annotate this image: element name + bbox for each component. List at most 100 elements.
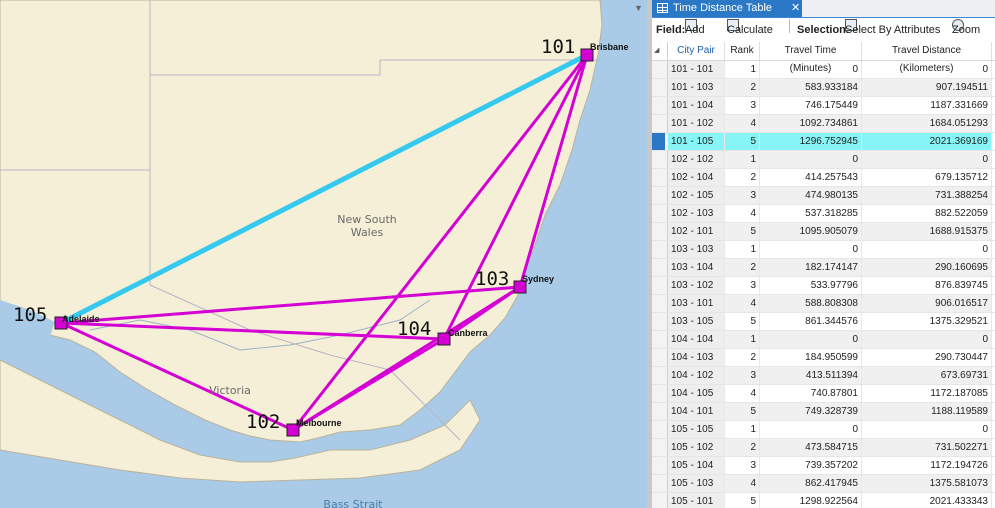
cell-rank[interactable]: 1 <box>725 331 760 348</box>
cell-city-pair[interactable]: 103 - 103 <box>668 241 725 258</box>
cell-travel-distance[interactable]: 906.016517 <box>862 295 992 312</box>
cell-travel-distance[interactable]: 0 <box>862 421 992 438</box>
table-row[interactable]: 104 - 102 3 413.511394 673.69731 <box>652 367 995 385</box>
cell-city-pair[interactable]: 105 - 103 <box>668 475 725 492</box>
cell-travel-time[interactable]: 414.257543 <box>760 169 862 186</box>
tab-time-distance-table[interactable]: Time Distance Table ✕ <box>652 0 802 17</box>
map-view[interactable]: New South Wales Victoria Bass Strait 101… <box>0 0 647 508</box>
cell-rank[interactable]: 2 <box>725 259 760 276</box>
cell-travel-time[interactable]: 473.584715 <box>760 439 862 456</box>
cell-rank[interactable]: 3 <box>725 367 760 384</box>
table-row[interactable]: 101 - 103 2 583.933184 907.194511 <box>652 79 995 97</box>
row-selector[interactable] <box>652 115 668 132</box>
row-selector[interactable] <box>652 61 668 78</box>
cell-travel-time[interactable]: 583.933184 <box>760 79 862 96</box>
cell-rank[interactable]: 3 <box>725 457 760 474</box>
cell-travel-time[interactable]: 746.175449 <box>760 97 862 114</box>
cell-rank[interactable]: 4 <box>725 115 760 132</box>
cell-city-pair[interactable]: 105 - 101 <box>668 493 725 508</box>
cell-travel-distance[interactable]: 290.730447 <box>862 349 992 366</box>
cell-city-pair[interactable]: 104 - 104 <box>668 331 725 348</box>
row-selector[interactable] <box>652 241 668 258</box>
cell-travel-time[interactable]: 749.328739 <box>760 403 862 420</box>
table-row[interactable]: 104 - 104 1 0 0 <box>652 331 995 349</box>
table-row[interactable]: 102 - 105 3 474.980135 731.388254 <box>652 187 995 205</box>
table-row[interactable]: 103 - 104 2 182.174147 290.160695 <box>652 259 995 277</box>
cell-city-pair[interactable]: 101 - 102 <box>668 115 725 132</box>
cell-travel-distance[interactable]: 0 <box>862 331 992 348</box>
table-row[interactable]: 101 - 105 5 1296.752945 2021.369169 <box>652 133 995 151</box>
cell-rank[interactable]: 5 <box>725 133 760 150</box>
cell-rank[interactable]: 4 <box>725 295 760 312</box>
cell-city-pair[interactable]: 102 - 102 <box>668 151 725 168</box>
cell-rank[interactable]: 3 <box>725 97 760 114</box>
cell-travel-distance[interactable]: 1172.187085 <box>862 385 992 402</box>
select-all-corner[interactable]: ◢ <box>652 42 668 60</box>
cell-travel-time[interactable]: 413.511394 <box>760 367 862 384</box>
cell-travel-time[interactable]: 1092.734861 <box>760 115 862 132</box>
row-selector[interactable] <box>652 133 668 150</box>
table-row[interactable]: 103 - 102 3 533.97796 876.839745 <box>652 277 995 295</box>
cell-travel-time[interactable]: 0 <box>760 241 862 258</box>
cell-rank[interactable]: 3 <box>725 277 760 294</box>
cell-travel-distance[interactable]: 0 <box>862 241 992 258</box>
row-selector[interactable] <box>652 475 668 492</box>
cell-rank[interactable]: 5 <box>725 403 760 420</box>
table-row[interactable]: 103 - 101 4 588.808308 906.016517 <box>652 295 995 313</box>
row-selector[interactable] <box>652 385 668 402</box>
row-selector[interactable] <box>652 313 668 330</box>
cell-city-pair[interactable]: 104 - 103 <box>668 349 725 366</box>
cell-rank[interactable]: 1 <box>725 421 760 438</box>
cell-city-pair[interactable]: 103 - 104 <box>668 259 725 276</box>
cell-city-pair[interactable]: 104 - 102 <box>668 367 725 384</box>
cell-city-pair[interactable]: 101 - 104 <box>668 97 725 114</box>
column-header-city-pair[interactable]: City Pair <box>668 42 725 60</box>
cell-rank[interactable]: 2 <box>725 169 760 186</box>
cell-travel-distance[interactable]: 1188.119589 <box>862 403 992 420</box>
cell-travel-distance[interactable]: 1688.915375 <box>862 223 992 240</box>
cell-rank[interactable]: 1 <box>725 61 760 78</box>
cell-travel-distance[interactable]: 731.388254 <box>862 187 992 204</box>
cell-travel-time[interactable]: 0 <box>760 151 862 168</box>
cell-travel-time[interactable]: 740.87801 <box>760 385 862 402</box>
cell-travel-time[interactable]: 1296.752945 <box>760 133 862 150</box>
map-menu-chevron-icon[interactable]: ▼ <box>634 3 643 13</box>
table-row[interactable]: 103 - 105 5 861.344576 1375.329521 <box>652 313 995 331</box>
cell-travel-time[interactable]: 537.318285 <box>760 205 862 222</box>
map-canvas[interactable] <box>0 0 647 508</box>
row-selector[interactable] <box>652 151 668 168</box>
cell-travel-distance[interactable]: 1172.194726 <box>862 457 992 474</box>
table-row[interactable]: 102 - 104 2 414.257543 679.135712 <box>652 169 995 187</box>
cell-rank[interactable]: 2 <box>725 79 760 96</box>
table-row[interactable]: 102 - 103 4 537.318285 882.522059 <box>652 205 995 223</box>
cell-city-pair[interactable]: 104 - 101 <box>668 403 725 420</box>
cell-city-pair[interactable]: 105 - 105 <box>668 421 725 438</box>
row-selector[interactable] <box>652 331 668 348</box>
cell-city-pair[interactable]: 103 - 101 <box>668 295 725 312</box>
table-row[interactable]: 105 - 105 1 0 0 <box>652 421 995 439</box>
table-row[interactable]: 104 - 105 4 740.87801 1172.187085 <box>652 385 995 403</box>
cell-travel-time[interactable]: 0 <box>760 61 862 78</box>
table-row[interactable]: 104 - 101 5 749.328739 1188.119589 <box>652 403 995 421</box>
cell-city-pair[interactable]: 102 - 101 <box>668 223 725 240</box>
column-header-travel-time[interactable]: Travel Time (Minutes) <box>760 42 862 74</box>
row-selector[interactable] <box>652 259 668 276</box>
cell-travel-time[interactable]: 861.344576 <box>760 313 862 330</box>
cell-travel-time[interactable]: 1095.905079 <box>760 223 862 240</box>
cell-rank[interactable]: 4 <box>725 205 760 222</box>
cell-travel-distance[interactable]: 679.135712 <box>862 169 992 186</box>
cell-rank[interactable]: 1 <box>725 241 760 258</box>
cell-city-pair[interactable]: 105 - 102 <box>668 439 725 456</box>
table-row[interactable]: 101 - 102 4 1092.734861 1684.051293 <box>652 115 995 133</box>
cell-rank[interactable]: 5 <box>725 493 760 508</box>
cell-city-pair[interactable]: 101 - 103 <box>668 79 725 96</box>
cell-rank[interactable]: 3 <box>725 187 760 204</box>
cell-travel-time[interactable]: 0 <box>760 331 862 348</box>
table-row[interactable]: 101 - 104 3 746.175449 1187.331669 <box>652 97 995 115</box>
cell-city-pair[interactable]: 102 - 103 <box>668 205 725 222</box>
row-selector[interactable] <box>652 439 668 456</box>
cell-travel-time[interactable]: 739.357202 <box>760 457 862 474</box>
table-row[interactable]: 101 - 101 1 0 0 <box>652 61 995 79</box>
cell-travel-distance[interactable]: 907.194511 <box>862 79 992 96</box>
cell-travel-distance[interactable]: 1187.331669 <box>862 97 992 114</box>
